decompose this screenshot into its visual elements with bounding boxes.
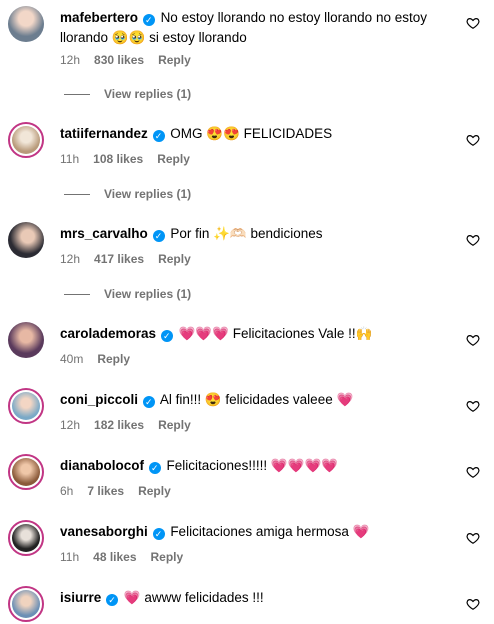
verified-badge-icon: ✓ (152, 528, 165, 540)
username[interactable]: carolademoras (60, 326, 156, 341)
like-count[interactable]: 48 likes (93, 550, 136, 564)
like-count[interactable]: 7 likes (87, 484, 124, 498)
like-count[interactable]: 830 likes (94, 53, 144, 67)
divider (64, 294, 90, 296)
divider (64, 94, 90, 96)
comment-item: vanesaborghi ✓ Felicitaciones amiga herm… (0, 516, 494, 572)
username[interactable]: isiurre (60, 590, 101, 605)
comment-time[interactable]: 11h (60, 550, 79, 564)
verified-badge-icon: ✓ (152, 230, 165, 242)
avatar[interactable] (8, 586, 44, 622)
reply-button[interactable]: Reply (157, 152, 190, 166)
comment-item: mrs_carvalho ✓ Por fin ✨🫶🏻 bendiciones 1… (0, 218, 494, 308)
reply-button[interactable]: Reply (97, 352, 130, 366)
comment-time[interactable]: 6h (60, 484, 73, 498)
like-count[interactable]: 108 likes (93, 152, 143, 166)
comment-time[interactable]: 12h (60, 252, 80, 266)
username[interactable]: dianabolocof (60, 458, 144, 473)
verified-badge-icon: ✓ (152, 130, 165, 142)
comment-text: OMG 😍😍 FELICIDADES (170, 126, 333, 141)
verified-badge-icon: ✓ (148, 462, 161, 474)
view-replies-label: View replies (1) (104, 287, 192, 301)
comment-item: mafebertero ✓ No estoy llorando no estoy… (0, 0, 494, 102)
reply-button[interactable]: Reply (138, 484, 171, 498)
like-heart-icon[interactable] (466, 233, 480, 247)
like-heart-icon[interactable] (466, 333, 480, 347)
comment-time[interactable]: 11h (60, 152, 79, 166)
comment-item: isiurre ✓ 💗 awww felicidades !!! (0, 582, 494, 624)
comment-text: Felicitaciones amiga hermosa 💗 (170, 524, 370, 539)
reply-button[interactable]: Reply (158, 53, 191, 67)
view-replies-button[interactable]: View replies (1) (64, 86, 191, 102)
comment-item: carolademoras ✓ 💗💗💗 Felicitaciones Vale … (0, 318, 494, 374)
avatar[interactable] (8, 322, 44, 358)
verified-badge-icon: ✓ (106, 594, 119, 606)
comment-item: tatiifernandez ✓ OMG 😍😍 FELICIDADES 11h 1… (0, 118, 494, 208)
like-heart-icon[interactable] (466, 16, 480, 30)
reply-button[interactable]: Reply (151, 550, 184, 564)
like-count[interactable]: 182 likes (94, 418, 144, 432)
comment-time[interactable]: 12h (60, 53, 80, 67)
like-count[interactable]: 417 likes (94, 252, 144, 266)
comment-text: 💗 awww felicidades !!! (123, 590, 264, 605)
like-heart-icon[interactable] (466, 597, 480, 611)
comment-time[interactable]: 12h (60, 418, 80, 432)
verified-badge-icon: ✓ (160, 330, 173, 342)
view-replies-label: View replies (1) (104, 187, 192, 201)
avatar[interactable] (8, 454, 44, 490)
like-heart-icon[interactable] (466, 465, 480, 479)
like-heart-icon[interactable] (466, 531, 480, 545)
verified-badge-icon: ✓ (142, 396, 155, 408)
divider (64, 194, 90, 196)
comment-text: 💗💗💗 Felicitaciones Vale !!🙌 (178, 326, 373, 341)
username[interactable]: mafebertero (60, 10, 138, 25)
avatar[interactable] (8, 222, 44, 258)
avatar[interactable] (8, 388, 44, 424)
username[interactable]: vanesaborghi (60, 524, 148, 539)
view-replies-label: View replies (1) (104, 87, 192, 101)
reply-button[interactable]: Reply (158, 252, 191, 266)
username[interactable]: mrs_carvalho (60, 226, 148, 241)
comment-item: coni_piccoli ✓ Al fin!!! 😍 felicidades v… (0, 384, 494, 440)
avatar[interactable] (8, 122, 44, 158)
reply-button[interactable]: Reply (158, 418, 191, 432)
like-heart-icon[interactable] (466, 399, 480, 413)
username[interactable]: coni_piccoli (60, 392, 138, 407)
like-heart-icon[interactable] (466, 133, 480, 147)
comment-time[interactable]: 40m (60, 352, 83, 366)
comment-item: dianabolocof ✓ Felicitaciones!!!!! 💗💗💗💗 … (0, 450, 494, 506)
comment-text: Felicitaciones!!!!! 💗💗💗💗 (166, 458, 339, 473)
verified-badge-icon: ✓ (142, 14, 155, 26)
avatar[interactable] (8, 6, 44, 42)
comment-text: Al fin!!! 😍 felicidades valeee 💗 (159, 392, 354, 407)
view-replies-button[interactable]: View replies (1) (64, 286, 191, 302)
avatar[interactable] (8, 520, 44, 556)
comment-text: Por fin ✨🫶🏻 bendiciones (170, 226, 323, 241)
view-replies-button[interactable]: View replies (1) (64, 186, 191, 202)
username[interactable]: tatiifernandez (60, 126, 148, 141)
